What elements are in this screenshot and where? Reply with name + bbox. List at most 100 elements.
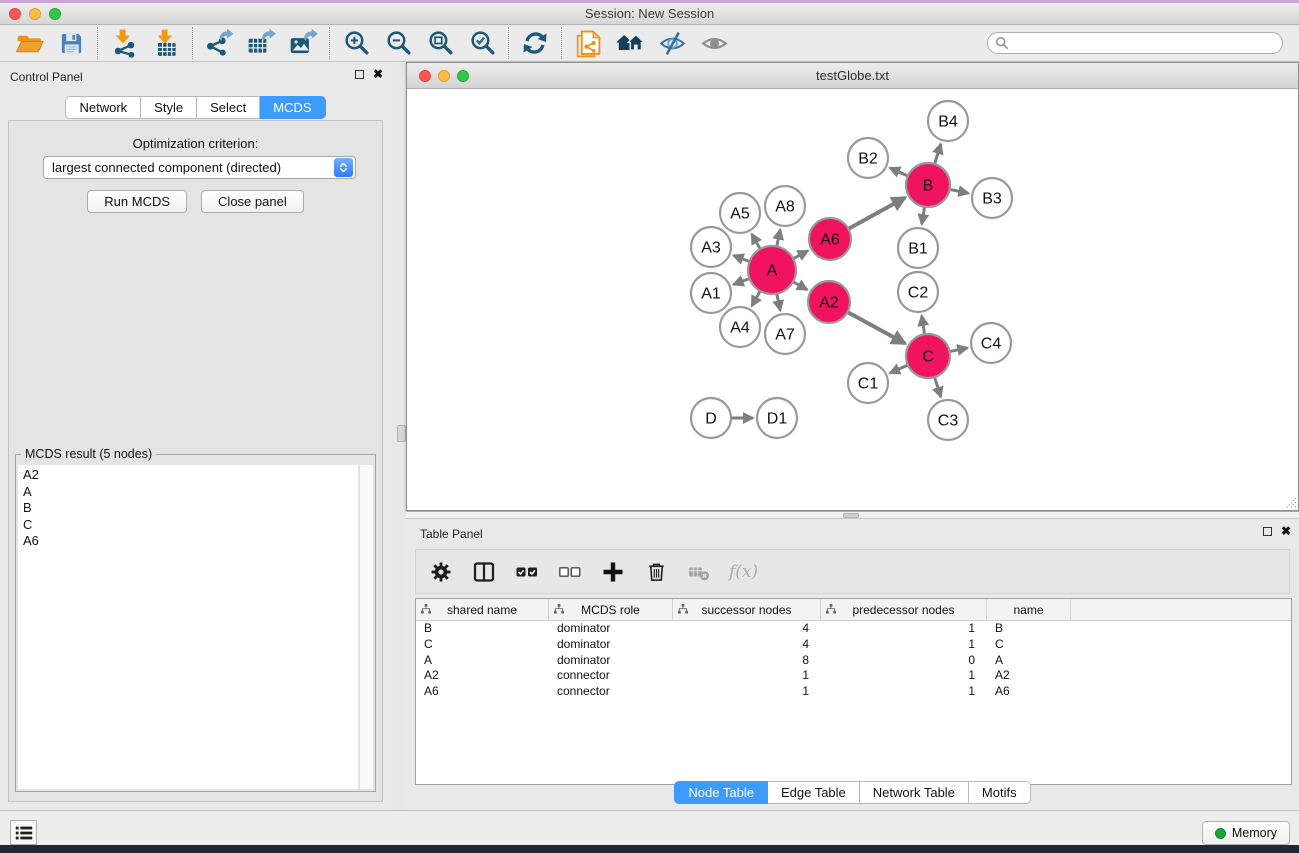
attribute-icon: [826, 604, 836, 614]
column-header-predecessor-nodes[interactable]: predecessor nodes: [821, 599, 987, 620]
table-row[interactable]: Bdominator41B: [416, 621, 1291, 637]
table-toolbar: f(x): [415, 549, 1290, 594]
column-header-name[interactable]: name: [987, 599, 1071, 620]
delete-table-icon[interactable]: [686, 559, 712, 585]
horizontal-split-handle[interactable]: [843, 513, 859, 518]
graph-node-label-A7: A7: [775, 327, 795, 344]
tab-node-table[interactable]: Node Table: [674, 781, 768, 804]
network-zoom-button[interactable]: [457, 70, 469, 82]
graph-edge-A6-B[interactable]: [848, 198, 905, 229]
graph-edge-A-A5[interactable]: [752, 234, 761, 249]
graph-edge-A-A4[interactable]: [752, 291, 761, 306]
result-scrollbar[interactable]: [359, 465, 373, 789]
import-network-icon[interactable]: [103, 26, 145, 60]
zoom-fit-icon[interactable]: [419, 26, 461, 60]
export-table-icon[interactable]: [240, 26, 282, 60]
network-canvas[interactable]: AA1A2A3A4A5A6A7A8BB1B2B3B4CC1C2C3C4DD1: [407, 89, 1298, 510]
graph-edge-A-A6[interactable]: [793, 251, 808, 259]
column-header-successor-nodes[interactable]: successor nodes: [673, 599, 821, 620]
table-row[interactable]: A2connector11A2: [416, 668, 1291, 684]
home-icon[interactable]: [609, 26, 651, 60]
tab-select[interactable]: Select: [197, 96, 260, 119]
tab-network[interactable]: Network: [65, 96, 141, 119]
cell-name: A2: [987, 668, 1071, 684]
graph-node-label-B1: B1: [908, 241, 928, 258]
export-image-icon[interactable]: [282, 26, 324, 60]
cell-name: B: [987, 621, 1071, 637]
function-builder-icon[interactable]: f(x): [729, 562, 758, 582]
graph-node-label-A6: A6: [820, 232, 840, 249]
graph-edge-A-A1[interactable]: [733, 278, 749, 284]
column-header-shared-name[interactable]: shared name: [416, 599, 549, 620]
search-input[interactable]: [987, 32, 1283, 54]
graph-edge-C-C2[interactable]: [922, 316, 925, 335]
deselect-all-rows-icon[interactable]: [557, 559, 583, 585]
column-header-mcds-role[interactable]: MCDS role: [549, 599, 673, 620]
graph-edge-B-B3[interactable]: [950, 189, 969, 193]
network-close-button[interactable]: [419, 70, 431, 82]
save-session-icon[interactable]: [50, 26, 92, 60]
result-item: A2: [23, 467, 358, 484]
close-panel-button[interactable]: Close panel: [201, 190, 304, 213]
graph-edge-B-B1[interactable]: [922, 207, 925, 225]
delete-column-trash-icon[interactable]: [643, 559, 669, 585]
mcds-result-list: A2ABCA6: [18, 465, 358, 789]
tab-mcds[interactable]: MCDS: [260, 96, 325, 119]
control-panel-title: Control Panel: [10, 70, 83, 84]
graph-node-label-A5: A5: [730, 206, 750, 223]
horizontal-split-divider[interactable]: [406, 511, 1299, 519]
close-table-panel-icon[interactable]: ✖: [1281, 526, 1291, 536]
result-item: A: [23, 484, 358, 501]
memory-status-dot: [1215, 828, 1226, 839]
export-network-icon[interactable]: [198, 26, 240, 60]
zoom-out-icon[interactable]: [377, 26, 419, 60]
show-details-eye-icon[interactable]: [693, 26, 735, 60]
criterion-dropdown[interactable]: largest connected component (directed): [43, 156, 356, 179]
table-settings-gear-icon[interactable]: [428, 559, 454, 585]
table-row[interactable]: A6connector11A6: [416, 684, 1291, 700]
minimize-window-button[interactable]: [29, 8, 41, 20]
vertical-split-handle[interactable]: [397, 425, 406, 442]
zoom-window-button[interactable]: [49, 8, 61, 20]
zoom-selected-icon[interactable]: [461, 26, 503, 60]
network-minimize-button[interactable]: [438, 70, 450, 82]
create-column-plus-icon[interactable]: [600, 559, 626, 585]
graph-node-label-C4: C4: [981, 336, 1002, 353]
import-table-icon[interactable]: [145, 26, 187, 60]
graph-edge-A2-C[interactable]: [847, 312, 905, 343]
run-mcds-button[interactable]: Run MCDS: [87, 190, 187, 213]
tab-style[interactable]: Style: [141, 96, 197, 119]
float-table-panel-icon[interactable]: [1263, 527, 1272, 536]
graph-edge-C-C4[interactable]: [950, 348, 968, 352]
tab-motifs[interactable]: Motifs: [969, 781, 1031, 804]
graph-node-label-D1: D1: [767, 411, 788, 428]
criterion-value: largest connected component (directed): [44, 160, 334, 175]
show-columns-icon[interactable]: [471, 559, 497, 585]
graph-edge-A-A8[interactable]: [777, 230, 780, 247]
tab-edge-table[interactable]: Edge Table: [768, 781, 860, 804]
float-panel-icon[interactable]: [355, 70, 364, 79]
graph-edge-B-B4[interactable]: [935, 144, 941, 164]
zoom-in-icon[interactable]: [335, 26, 377, 60]
open-folder-icon[interactable]: [8, 26, 50, 60]
graph-edge-B-B2[interactable]: [890, 168, 908, 176]
memory-button[interactable]: Memory: [1202, 821, 1290, 845]
graph-edge-A-A3[interactable]: [733, 255, 749, 261]
attribute-icon: [421, 604, 431, 614]
window-resize-grip[interactable]: [1283, 495, 1297, 509]
graph-edge-A-A7[interactable]: [777, 294, 780, 311]
tab-network-table[interactable]: Network Table: [860, 781, 969, 804]
table-row[interactable]: Cdominator41C: [416, 637, 1291, 653]
panel-list-button[interactable]: [10, 820, 37, 845]
graph-edge-A-A2[interactable]: [793, 282, 807, 290]
refresh-icon[interactable]: [514, 26, 556, 60]
graph-edge-C-C3[interactable]: [935, 377, 941, 397]
graph-edge-C-C1[interactable]: [890, 365, 908, 373]
close-panel-icon[interactable]: ✖: [373, 69, 383, 79]
select-all-rows-icon[interactable]: [514, 559, 540, 585]
close-window-button[interactable]: [9, 8, 21, 20]
node-table: shared nameMCDS rolesuccessor nodesprede…: [415, 598, 1292, 785]
table-row[interactable]: Adominator80A: [416, 653, 1291, 669]
hide-details-eye-slash-icon[interactable]: [651, 26, 693, 60]
new-network-from-file-icon[interactable]: [567, 26, 609, 60]
